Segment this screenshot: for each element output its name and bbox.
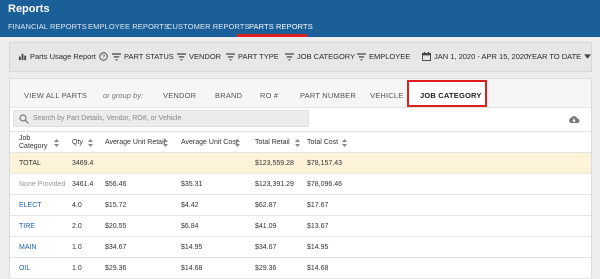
bar-chart-icon <box>18 53 27 61</box>
period-label: YEAR TO DATE <box>527 52 582 61</box>
cell-total-cost: $17.67 <box>307 202 329 209</box>
cell-avg-cost: $6.84 <box>181 223 199 230</box>
tab-financial-reports[interactable]: FINANCIAL REPORTS <box>8 22 87 31</box>
date-range-label: JAN 1, 2020 - APR 15, 2020 <box>434 52 529 61</box>
page-title: Reports <box>8 3 50 15</box>
column-header-average-unit-cost[interactable]: Average Unit Cost <box>181 139 238 146</box>
search-placeholder: Search by Part Details, Vendor, RO#, or … <box>33 115 182 122</box>
column-header-total-cost[interactable]: Total Cost <box>307 139 338 146</box>
report-selector-label: Parts Usage Report <box>30 52 96 61</box>
cell-avg-retail: $56.46 <box>105 181 127 188</box>
filter-icon <box>112 52 121 60</box>
report-selector[interactable]: Parts Usage Report ? <box>18 52 108 61</box>
tab-parts-reports[interactable]: PARTS REPORTS <box>249 22 313 31</box>
cell-avg-cost: $35.31 <box>181 181 203 188</box>
date-range-picker[interactable]: JAN 1, 2020 - APR 15, 2020 <box>422 52 528 61</box>
table-row: ELECT 4.0 $15.72 $4.42 $62.87 $17.67 <box>10 195 591 216</box>
period-dropdown[interactable]: YEAR TO DATE <box>527 52 592 61</box>
group-brand-button[interactable]: BRAND <box>215 91 242 100</box>
help-icon[interactable]: ? <box>99 52 108 61</box>
cell-avg-retail: $15.72 <box>105 202 127 209</box>
cloud-download-icon[interactable] <box>568 115 580 124</box>
group-by-label: or group by: <box>103 91 144 100</box>
filter-vendor-label: VENDOR <box>189 52 222 61</box>
group-vendor-button[interactable]: VENDOR <box>163 91 196 100</box>
cell-qty: 1.0 <box>72 244 82 251</box>
column-header-average-unit-retail[interactable]: Average Unit Retail <box>105 139 165 146</box>
filter-bar: Parts Usage Report ? PART STATUS VENDOR … <box>9 42 592 72</box>
filter-part-status[interactable]: PART STATUS <box>112 52 174 61</box>
report-panel: VIEW ALL PARTS or group by: VENDOR BRAND… <box>9 78 592 279</box>
cell-avg-cost: $4.42 <box>181 202 199 209</box>
filter-job-category[interactable]: JOB CATEGORY <box>285 52 355 61</box>
active-tab-indicator <box>237 34 307 37</box>
cell-category: None Provided <box>19 181 66 188</box>
sort-icon[interactable] <box>163 139 168 147</box>
column-header-job-category[interactable]: Job <box>19 135 30 142</box>
cell-total-retail: $34.67 <box>255 244 277 251</box>
table-row: MAIN 1.0 $34.67 $14.95 $34.67 $14.95 <box>10 237 591 258</box>
table-row: TIRE 2.0 $20.55 $6.84 $41.09 $13.67 <box>10 216 591 237</box>
filter-icon <box>226 52 235 60</box>
filter-employee-label: EMPLOYEE <box>369 52 411 61</box>
search-icon <box>19 114 29 124</box>
filter-icon <box>285 52 294 60</box>
table-header: Job Category Qty Average Unit Retail Ave… <box>10 131 591 153</box>
group-by-bar: VIEW ALL PARTS or group by: VENDOR BRAND… <box>10 79 591 108</box>
cell-total-cost: $13.67 <box>307 223 329 230</box>
cell-total-retail: $41.09 <box>255 223 277 230</box>
app-header: Reports FINANCIAL REPORTS EMPLOYEE REPOR… <box>0 0 600 37</box>
cell-total-cost: $14.95 <box>307 244 329 251</box>
cell-avg-retail: $34.67 <box>105 244 127 251</box>
cell-total-cost: $78,096.46 <box>307 181 343 188</box>
cell-total-retail: $123,391.29 <box>255 181 294 188</box>
column-header-qty[interactable]: Qty <box>72 139 83 146</box>
calendar-icon <box>422 52 431 61</box>
category-link[interactable]: MAIN <box>19 244 37 251</box>
filter-icon <box>357 52 366 60</box>
filter-employee[interactable]: EMPLOYEE <box>357 52 410 61</box>
tab-customer-reports[interactable]: CUSTOMER REPORTS <box>167 22 250 31</box>
column-header-job-category-line2[interactable]: Category <box>19 143 47 150</box>
cell-qty: 3469.4 <box>72 160 94 167</box>
sort-icon[interactable] <box>235 139 240 147</box>
tab-employee-reports[interactable]: EMPLOYEE REPORTS <box>88 22 169 31</box>
filter-part-type-label: PART TYPE <box>238 52 279 61</box>
group-vehicle-button[interactable]: VEHICLE <box>370 91 404 100</box>
sort-icon[interactable] <box>295 139 300 147</box>
caret-down-icon <box>584 54 592 59</box>
filter-part-type[interactable]: PART TYPE <box>226 52 279 61</box>
cell-total-retail: $123,559.28 <box>255 160 294 167</box>
cell-total-retail: $62.87 <box>255 202 277 209</box>
group-ro-button[interactable]: RO # <box>260 91 278 100</box>
filter-job-category-label: JOB CATEGORY <box>297 52 356 61</box>
category-link[interactable]: TIRE <box>19 223 35 230</box>
column-header-total-retail[interactable]: Total Retail <box>255 139 290 146</box>
cell-total-cost: $78,157.43 <box>307 160 343 167</box>
filter-icon <box>177 52 186 60</box>
table-row-total: TOTAL 3469.4 $123,559.28 $78,157.43 <box>10 153 591 174</box>
cell-avg-cost: $14.95 <box>181 244 203 251</box>
group-part-number-button[interactable]: PART NUMBER <box>300 91 356 100</box>
filter-vendor[interactable]: VENDOR <box>177 52 221 61</box>
cell-qty: 4.0 <box>72 202 82 209</box>
search-input[interactable]: Search by Part Details, Vendor, RO#, or … <box>13 110 309 127</box>
cell-qty: 2.0 <box>72 223 82 230</box>
sort-icon[interactable] <box>342 139 347 147</box>
table-row: None Provided 3461.4 $56.46 $35.31 $123,… <box>10 174 591 195</box>
group-job-category-button[interactable]: JOB CATEGORY <box>420 91 482 100</box>
category-link[interactable]: ELECT <box>19 202 42 209</box>
filter-part-status-label: PART STATUS <box>124 52 174 61</box>
cell-qty: 3461.4 <box>72 181 94 188</box>
cell-category: TOTAL <box>19 160 41 167</box>
cell-avg-retail: $20.55 <box>105 223 127 230</box>
sort-icon[interactable] <box>54 139 59 147</box>
view-all-parts-button[interactable]: VIEW ALL PARTS <box>24 91 87 100</box>
sort-icon[interactable] <box>88 139 93 147</box>
